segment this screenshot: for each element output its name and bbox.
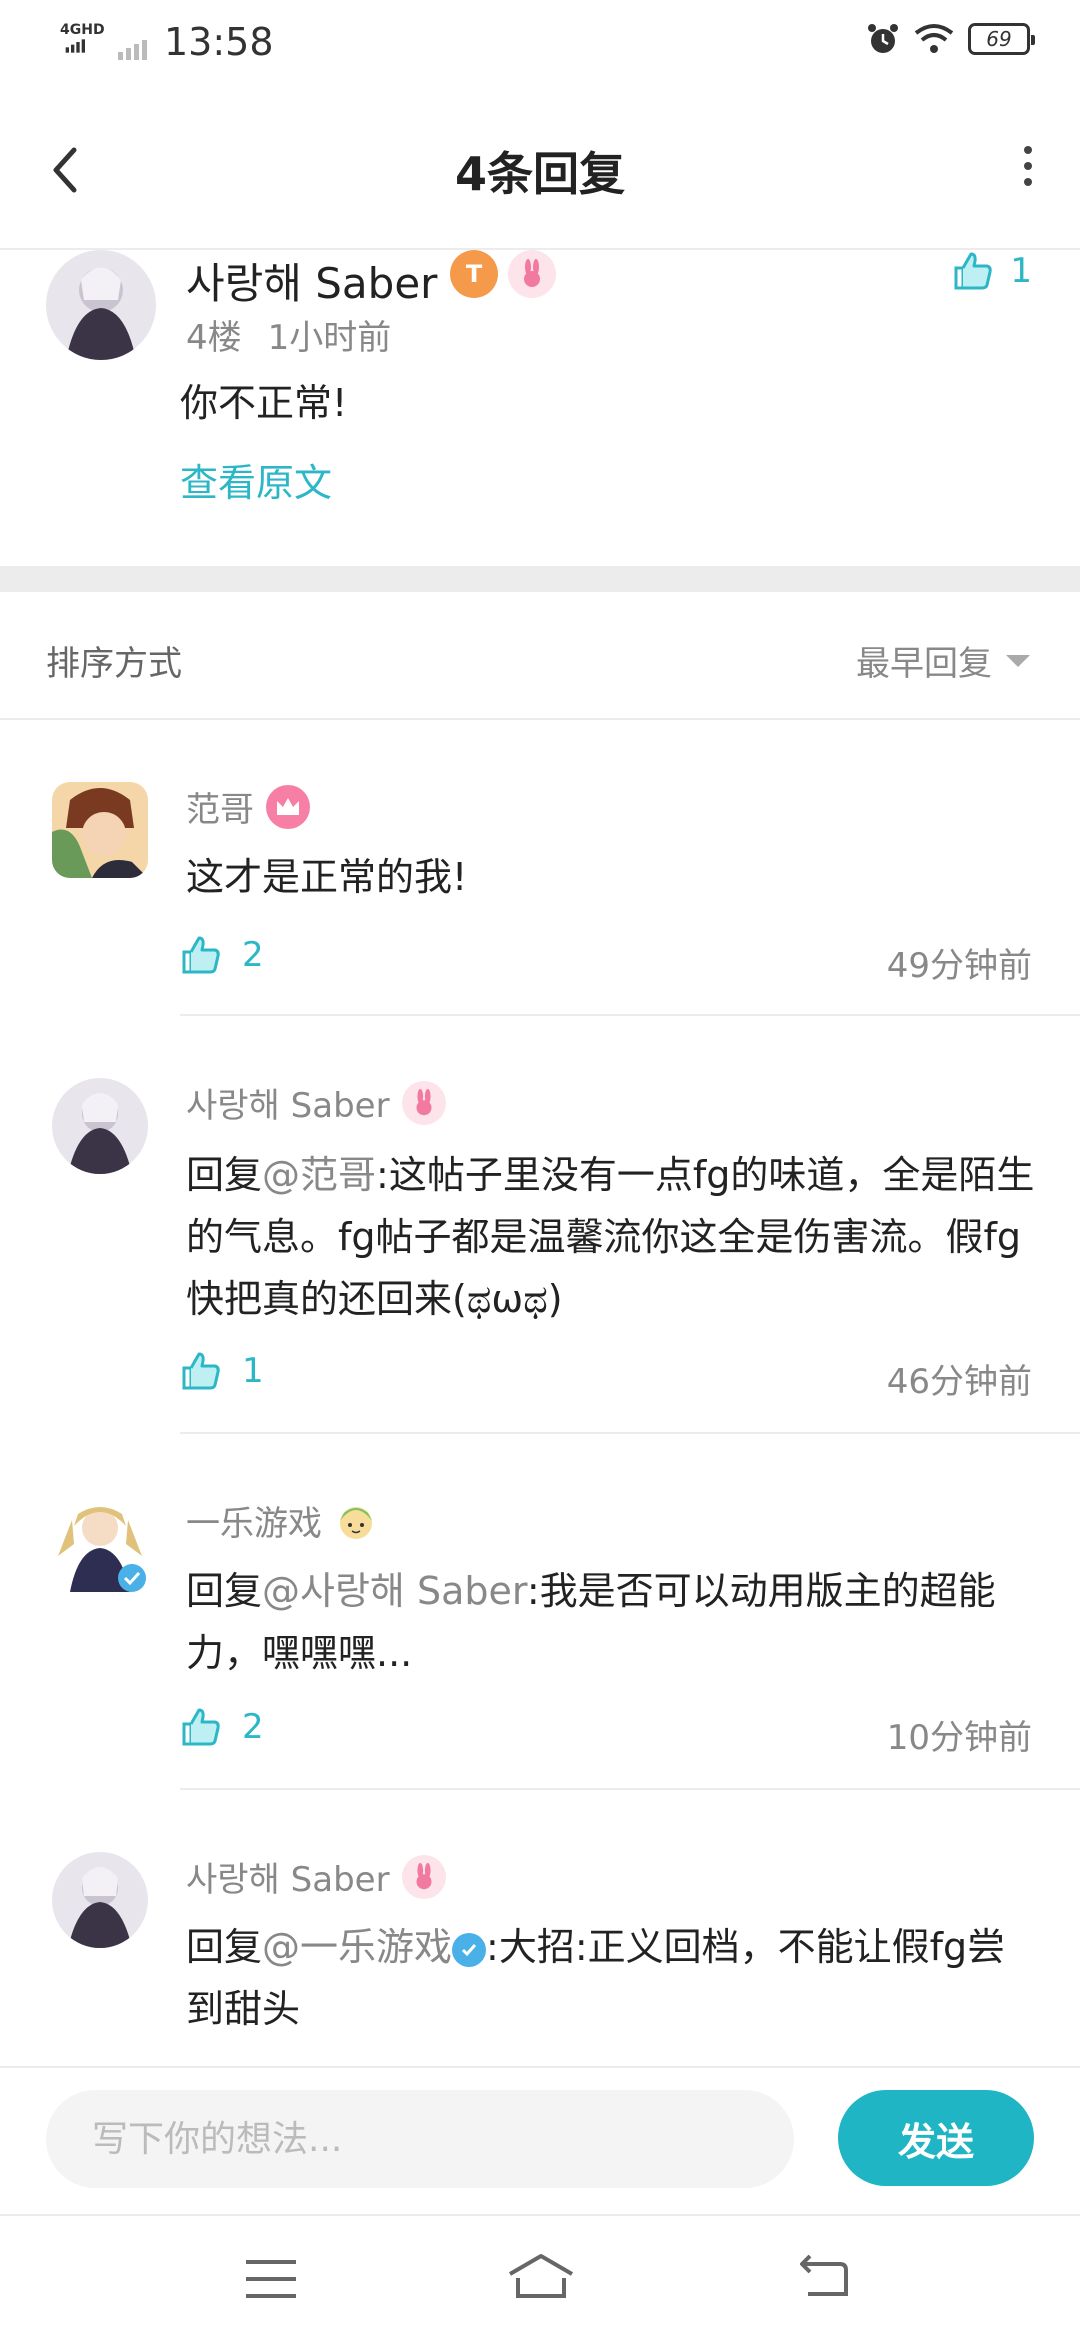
reply-text: 回复@一乐游戏:大招:正义回档，不能让假fg尝到甜头 xyxy=(186,1916,1036,2040)
status-icons: 69 xyxy=(866,22,1035,56)
original-comment: 사랑해 Saber T 1 4楼 1小时前 你不正常! 查看原文 xyxy=(0,250,1080,566)
like-count: 2 xyxy=(242,1707,264,1747)
thumbs-up-icon xyxy=(954,252,993,290)
status-bar: 4GHD 13:58 69 xyxy=(0,0,1080,84)
like-button[interactable]: 2 xyxy=(180,934,264,976)
verified-icon xyxy=(452,1932,487,1967)
reply-header: 范哥 xyxy=(186,782,310,831)
send-button[interactable]: 发送 xyxy=(838,2090,1034,2186)
thumbs-up-icon xyxy=(182,1708,220,1746)
avatar[interactable] xyxy=(52,782,148,878)
reply-header: 一乐游戏 xyxy=(186,1496,378,1545)
like-button[interactable]: 1 xyxy=(952,250,1032,292)
reply-time: 10分钟前 xyxy=(886,1718,1032,1758)
author-name[interactable]: 一乐游戏 xyxy=(186,1496,322,1545)
author-name[interactable]: 范哥 xyxy=(186,782,254,831)
divider xyxy=(180,1432,1080,1434)
view-original-link[interactable]: 查看原文 xyxy=(180,452,332,507)
wifi-icon xyxy=(914,24,954,53)
thumbs-up-icon xyxy=(182,1352,220,1390)
battery-icon: 69 xyxy=(968,23,1035,55)
reply-time: 46分钟前 xyxy=(886,1362,1032,1402)
bunny-badge-icon xyxy=(401,1080,446,1125)
author-name[interactable]: 사랑해 Saber xyxy=(186,1078,390,1127)
like-button[interactable]: 2 xyxy=(180,1706,264,1748)
reply-item: 范哥 这才是正常的我! 2 49分钟前 xyxy=(0,782,1080,1022)
like-count: 1 xyxy=(242,1351,264,1391)
level-badge-letter: T xyxy=(465,260,483,288)
more-options-icon[interactable] xyxy=(1016,140,1040,196)
sort-row: 排序方式 最早回复 xyxy=(0,592,1080,720)
reply-time: 49分钟前 xyxy=(886,946,1032,986)
divider xyxy=(180,1014,1080,1016)
avatar[interactable] xyxy=(52,1852,148,1948)
mention-link[interactable]: @一乐游戏 xyxy=(262,1925,452,1969)
reply-text: 回复@사랑해 Saber:我是否可以动用版主的超能力，嘿嘿嘿... xyxy=(186,1560,1036,1684)
alarm-icon xyxy=(868,24,898,53)
level-badge-icon: T xyxy=(450,250,498,298)
battery-level: 69 xyxy=(986,27,1012,51)
mention-link[interactable]: @范哥 xyxy=(262,1153,376,1197)
author-name[interactable]: 사랑해 Saber xyxy=(186,1852,390,1901)
sort-label: 排序方式 xyxy=(46,644,182,684)
home-icon[interactable] xyxy=(506,2252,576,2302)
mention-link[interactable]: @사랑해 Saber xyxy=(262,1569,527,1613)
reply-prefix: 回复 xyxy=(186,1569,263,1613)
comment-text: 你不正常! xyxy=(180,381,348,425)
reply-prefix: 回复 xyxy=(186,1153,263,1197)
signal-2-icon xyxy=(118,40,147,60)
reply-prefix: 回复 xyxy=(186,1925,263,1969)
crown-badge-icon xyxy=(266,784,310,829)
comment-input-bar: 发送 xyxy=(0,2066,1080,2214)
network-type: 4GHD xyxy=(60,22,105,38)
sort-dropdown[interactable]: 最早回复 xyxy=(856,636,1030,685)
clock-time: 13:58 xyxy=(164,20,274,64)
like-button[interactable]: 1 xyxy=(180,1350,264,1392)
page-title: 4条回复 xyxy=(454,147,625,201)
like-count: 2 xyxy=(242,935,264,975)
reply-text: 这才是正常的我! xyxy=(186,855,468,899)
caret-down-icon xyxy=(1006,654,1030,667)
system-nav-bar xyxy=(0,2214,1080,2340)
return-icon[interactable] xyxy=(796,2254,852,2302)
comment-time: 1小时前 xyxy=(267,318,392,358)
reply-item: 사랑해 Saber 回复@范哥:这帖子里没有一点fg的味道，全是陌生的气息。fg… xyxy=(0,1078,1080,1438)
menu-icon[interactable] xyxy=(246,2258,296,2300)
reply-item: 一乐游戏 回复@사랑해 Saber:我是否可以动用版主的超能力，嘿嘿嘿... 2… xyxy=(0,1496,1080,1796)
floor-number: 4楼 xyxy=(186,318,242,358)
avatar[interactable] xyxy=(52,1496,148,1592)
mascot-badge-icon xyxy=(334,1499,378,1543)
reply-item: 사랑해 Saber 回复@一乐游戏:大招:正义回档，不能让假fg尝到甜头 xyxy=(0,1852,1080,2066)
comment-meta: 4楼 1小时前 xyxy=(186,310,391,359)
reply-header: 사랑해 Saber xyxy=(186,1852,446,1901)
author-badges: T xyxy=(450,250,556,298)
signal-icon xyxy=(65,39,85,53)
avatar[interactable] xyxy=(46,250,156,360)
reply-text: 回复@范哥:这帖子里没有一点fg的味道，全是陌生的气息。fg帖子都是温馨流你这全… xyxy=(186,1144,1036,1330)
divider xyxy=(180,1788,1080,1790)
comment-input[interactable] xyxy=(46,2090,794,2188)
bunny-badge-icon xyxy=(508,250,556,298)
avatar[interactable] xyxy=(52,1078,148,1174)
like-count: 1 xyxy=(1010,251,1032,291)
reply-header: 사랑해 Saber xyxy=(186,1078,446,1127)
sort-value: 最早回复 xyxy=(856,644,992,684)
author-name[interactable]: 사랑해 Saber xyxy=(186,250,437,311)
bunny-badge-icon xyxy=(401,1854,446,1899)
thumbs-up-icon xyxy=(182,936,220,974)
section-divider xyxy=(0,566,1080,592)
header-bar: 4条回复 xyxy=(0,110,1080,250)
